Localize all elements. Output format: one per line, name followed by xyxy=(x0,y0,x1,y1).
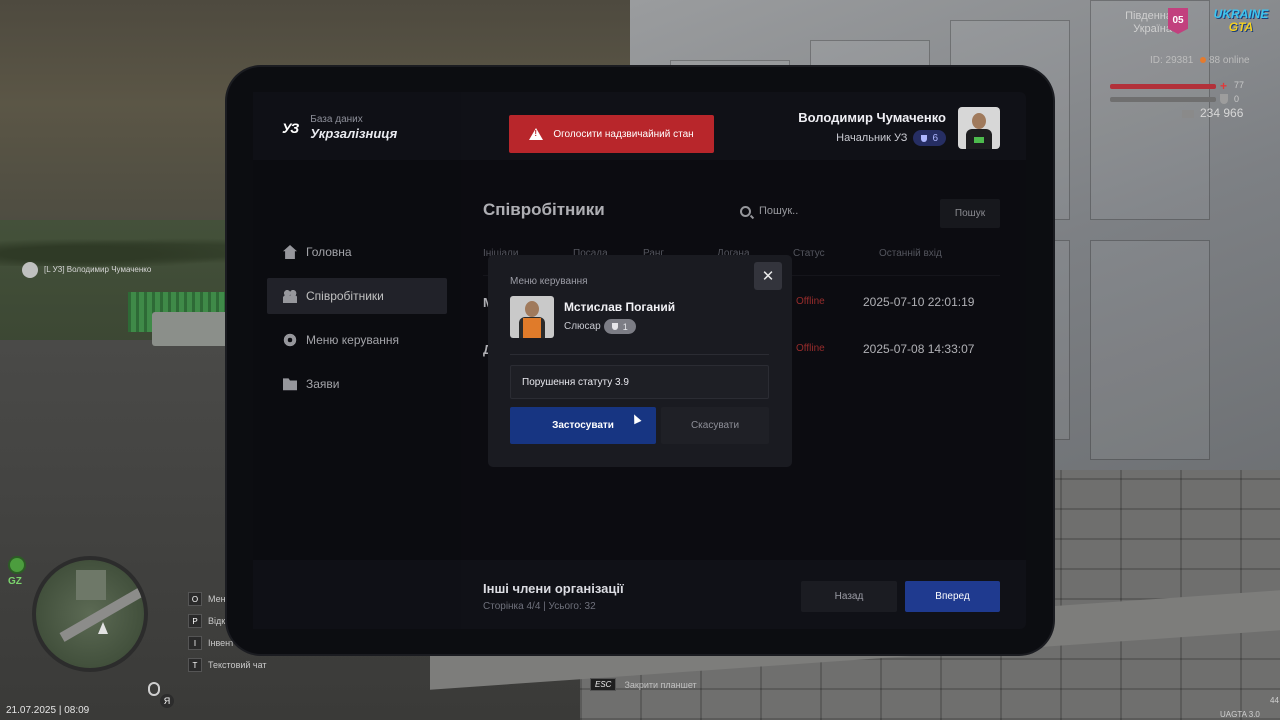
people-icon xyxy=(283,289,297,303)
employee-name: Мстислав Поганий xyxy=(564,300,676,314)
gang-zone-indicator: GZ xyxy=(8,556,28,590)
control-menu-modal: Меню керування ✕ Мстислав Поганий Слюсар… xyxy=(488,255,792,467)
search-button[interactable]: Пошук xyxy=(940,199,1000,228)
page-title: Співробітники xyxy=(483,200,605,219)
shield-icon xyxy=(611,323,618,330)
fps-counter: 44 xyxy=(1270,696,1279,705)
cancel-button[interactable]: Скасувати xyxy=(661,407,769,444)
armor-icon xyxy=(1220,94,1228,104)
player-arrow-icon xyxy=(98,622,108,634)
mic-key: Я xyxy=(160,694,174,708)
user-role: Начальник УЗ 6 xyxy=(836,130,946,146)
user-rank-badge: 6 xyxy=(913,130,946,146)
player-id: ID: 29381 xyxy=(1150,55,1194,66)
gear-icon xyxy=(283,333,297,347)
online-count: 88 online xyxy=(1200,55,1250,66)
gz-icon xyxy=(8,556,26,574)
reason-input[interactable] xyxy=(510,365,769,399)
datetime: 21.07.2025 | 08:09 xyxy=(6,705,90,716)
emergency-button[interactable]: Оголосити надзвичайний стан xyxy=(509,115,714,153)
minimap xyxy=(32,556,148,672)
trash-bins xyxy=(152,312,228,346)
status-badge: Offline xyxy=(796,343,825,354)
sidebar-item-control-menu[interactable]: Меню керування xyxy=(267,322,447,358)
back-button[interactable]: Назад xyxy=(801,581,897,612)
sidebar-nav: Головна Співробітники Меню керування Зая… xyxy=(267,234,447,410)
forward-button[interactable]: Вперед xyxy=(905,581,1000,612)
sidebar-item-employees[interactable]: Співробітники xyxy=(267,278,447,314)
pagination-info: Сторінка 4/4 | Усього: 32 xyxy=(483,601,596,612)
search-box xyxy=(740,200,930,222)
warning-icon xyxy=(529,128,544,140)
health-bar xyxy=(1110,84,1216,89)
status-badge: Offline xyxy=(796,296,825,307)
employee-avatar xyxy=(510,296,554,338)
employee-role: Слюсар 1 xyxy=(564,319,636,334)
microphone-icon xyxy=(148,682,160,696)
sidebar-item-applications[interactable]: Заяви xyxy=(267,366,447,402)
shield-icon xyxy=(921,134,928,142)
divider xyxy=(510,354,769,355)
brand: УЗ База даних Укрзалізниця xyxy=(282,114,397,141)
armor-value: 0 xyxy=(1234,94,1240,104)
search-input[interactable] xyxy=(759,205,919,217)
health-value: 77 xyxy=(1234,80,1245,90)
user-avatar xyxy=(958,107,1000,149)
server-region: Південна Україна xyxy=(1125,10,1172,35)
money-icon xyxy=(1182,109,1194,118)
folder-icon xyxy=(283,378,297,391)
column-status: Статус xyxy=(793,248,825,259)
brand-title: Укрзалізниця xyxy=(310,126,398,141)
uz-logo: УЗ xyxy=(282,119,299,136)
voice-icon xyxy=(22,262,38,278)
employee-rank-badge: 1 xyxy=(603,319,636,334)
version-label: UAGTA 3.0 xyxy=(1220,710,1260,719)
player-nametag: [L УЗ] Володимир Чумаченко xyxy=(22,262,151,278)
close-tablet-hint: ESC Закрити планшет xyxy=(590,678,697,691)
sidebar-item-home[interactable]: Головна xyxy=(267,234,447,270)
close-icon[interactable]: ✕ xyxy=(754,262,782,290)
apply-button[interactable]: Застосувати xyxy=(510,407,656,444)
money: 234 966 xyxy=(1182,106,1243,120)
hotkey-item: T Текстовий чат xyxy=(188,654,267,676)
armor-bar xyxy=(1110,97,1216,102)
search-icon xyxy=(740,205,751,217)
column-last-login: Останній вхід xyxy=(879,248,942,259)
modal-title: Меню керування xyxy=(510,276,588,287)
footer-title: Інші члени організації xyxy=(483,581,624,596)
health-icon: + xyxy=(1220,79,1228,93)
user-name: Володимир Чумаченко xyxy=(798,110,946,125)
game-logo: UKRAINE GTA xyxy=(1213,7,1269,34)
server-badge: 05 xyxy=(1168,8,1188,34)
home-icon xyxy=(283,245,297,259)
brand-subtitle: База даних xyxy=(310,114,363,125)
